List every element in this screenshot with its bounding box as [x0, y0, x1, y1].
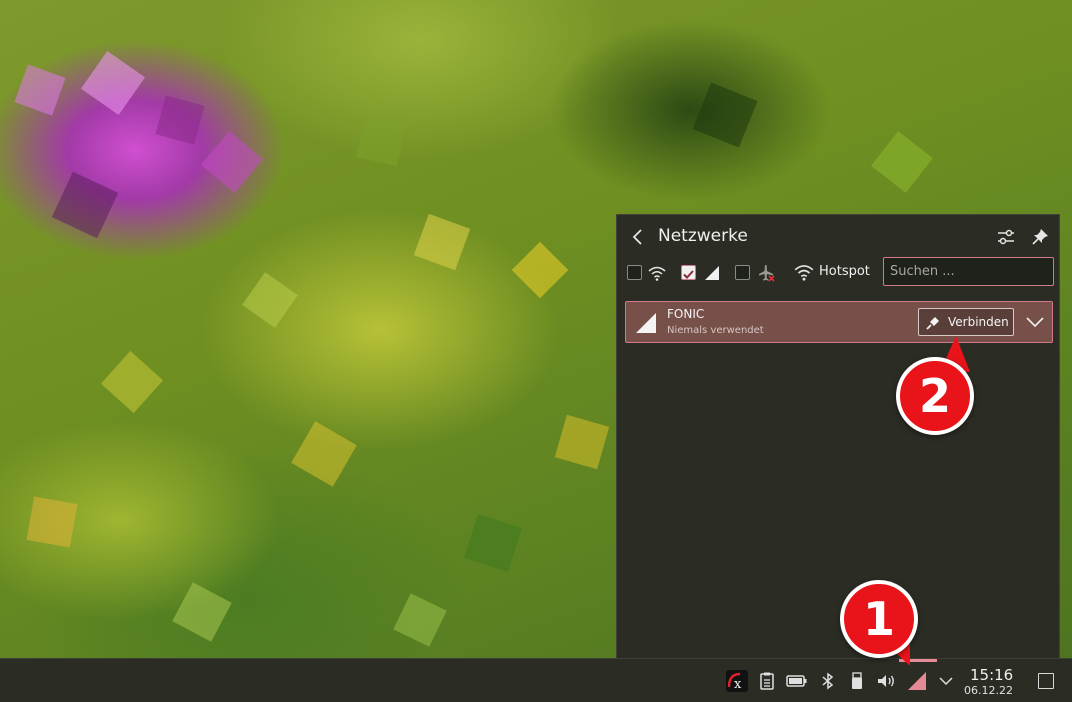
network-status: Niemals verwendet: [667, 325, 764, 336]
popup-header: Netzwerke: [617, 215, 1059, 259]
network-list-item[interactable]: FONIC Niemals verwendet Verbinden: [625, 301, 1053, 343]
connect-label: Verbinden: [948, 315, 1009, 329]
hotspot-label: Hotspot: [819, 264, 870, 279]
configure-button[interactable]: [995, 226, 1017, 248]
annotation-badge-1: 1: [840, 580, 918, 658]
volume-icon[interactable]: [876, 671, 896, 691]
chevron-down-icon[interactable]: [936, 671, 956, 691]
hotspot-icon: [794, 265, 814, 281]
x-app-icon[interactable]: x: [726, 670, 748, 692]
clock-date[interactable]: 06.12.22: [964, 684, 1013, 697]
mobile-signal-icon: [705, 266, 719, 280]
show-desktop-button[interactable]: [1038, 673, 1054, 689]
back-button[interactable]: [627, 226, 649, 248]
chevron-left-icon: [632, 229, 642, 245]
airplane-mode-icon: [759, 265, 775, 282]
mobile-broadband-checkbox[interactable]: [681, 265, 696, 280]
clock-time[interactable]: 15:16: [970, 666, 1013, 684]
pin-icon: [1032, 229, 1048, 245]
search-input[interactable]: [883, 257, 1054, 286]
filter-toolbar: Hotspot: [617, 257, 1059, 287]
expand-details-button[interactable]: [1024, 312, 1046, 332]
chevron-down-icon: [1026, 317, 1044, 328]
plug-icon: [926, 317, 939, 330]
wifi-checkbox[interactable]: [627, 265, 642, 280]
bluetooth-icon[interactable]: [818, 671, 838, 691]
wifi-icon: [648, 266, 666, 281]
pin-button[interactable]: [1029, 226, 1051, 248]
annotation-badge-2: 2: [896, 357, 974, 435]
popup-title: Netzwerke: [658, 226, 748, 246]
network-name: FONIC: [667, 307, 705, 321]
airplane-mode-checkbox[interactable]: [735, 265, 750, 280]
network-tray-icon[interactable]: [906, 670, 928, 692]
clipboard-icon[interactable]: [757, 671, 777, 691]
battery-icon[interactable]: [786, 671, 808, 691]
svg-text:x: x: [734, 677, 742, 692]
sliders-icon: [998, 229, 1014, 245]
usb-drive-icon[interactable]: [847, 671, 867, 691]
network-applet-popup: Netzwerke Hotspot Suchen ... FONIC Niema…: [616, 214, 1060, 658]
mobile-signal-icon: [636, 313, 656, 333]
checkmark-icon: [683, 270, 694, 279]
